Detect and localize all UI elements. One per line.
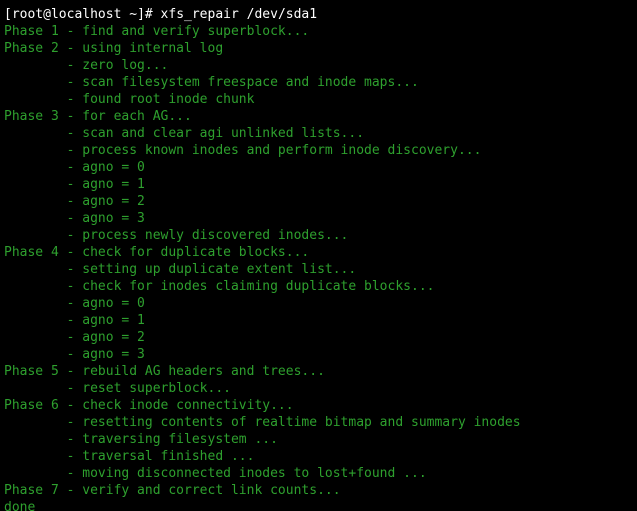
output-line: - agno = 2 [4,330,145,345]
output-line: - agno = 3 [4,347,145,362]
output-line: Phase 7 - verify and correct link counts… [4,483,341,498]
output-line: - agno = 0 [4,296,145,311]
output-line: - agno = 3 [4,211,145,226]
output-line: - resetting contents of realtime bitmap … [4,415,521,430]
output-line: - traversing filesystem ... [4,432,278,447]
output-line: Phase 2 - using internal log [4,41,223,56]
output-line: - check for inodes claiming duplicate bl… [4,279,434,294]
output-line: done [4,500,35,511]
prompt-path: ~ [129,7,137,22]
output-line: Phase 4 - check for duplicate blocks... [4,245,309,260]
output-line: - process known inodes and perform inode… [4,143,481,158]
output-line: - traversal finished ... [4,449,254,464]
command-text: xfs_repair /dev/sda1 [161,7,318,22]
output-line: - process newly discovered inodes... [4,228,348,243]
prompt-suffix: ]# [137,7,160,22]
output-line: - zero log... [4,58,168,73]
output-line: - agno = 0 [4,160,145,175]
output-line: - agno = 2 [4,194,145,209]
output-line: - agno = 1 [4,313,145,328]
output-line: - agno = 1 [4,177,145,192]
prompt-line-1: [root@localhost ~]# xfs_repair /dev/sda1 [4,7,317,22]
output-line: Phase 6 - check inode connectivity... [4,398,294,413]
prompt-user-host: [root@localhost [4,7,129,22]
output-line: - moving disconnected inodes to lost+fou… [4,466,427,481]
output-line: Phase 3 - for each AG... [4,109,192,124]
output-line: - reset superblock... [4,381,231,396]
output-line: Phase 5 - rebuild AG headers and trees..… [4,364,325,379]
output-line: Phase 1 - find and verify superblock... [4,24,309,39]
output-line: - scan filesystem freespace and inode ma… [4,75,419,90]
output-line: - setting up duplicate extent list... [4,262,356,277]
output-line: - scan and clear agi unlinked lists... [4,126,364,141]
terminal[interactable]: [root@localhost ~]# xfs_repair /dev/sda1… [0,0,637,511]
output-line: - found root inode chunk [4,92,254,107]
